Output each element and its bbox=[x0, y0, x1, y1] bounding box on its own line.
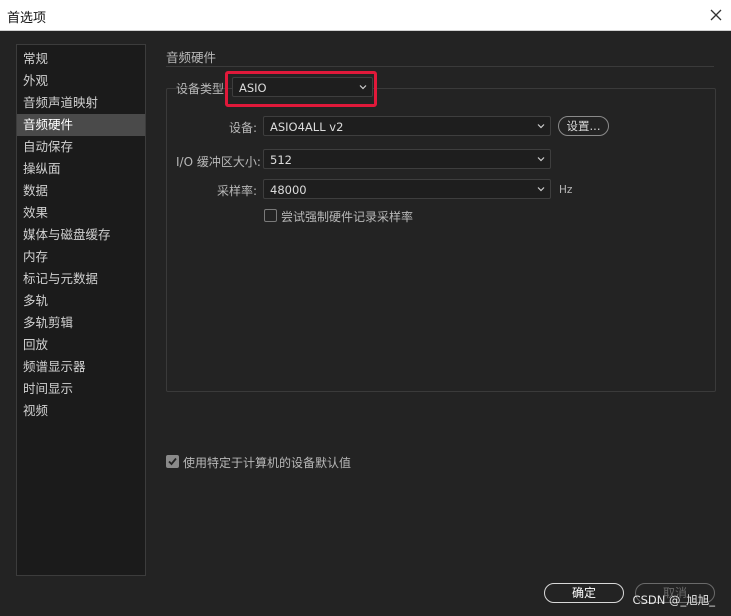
title-bar: 首选项 bbox=[0, 0, 731, 31]
device-value: ASIO4ALL v2 bbox=[270, 120, 344, 134]
device-settings-button[interactable]: 设置... bbox=[558, 116, 609, 136]
sidebar-item-video[interactable]: 视频 bbox=[17, 400, 145, 422]
sample-rate-unit: Hz bbox=[559, 184, 573, 196]
sidebar-item-spectral-display[interactable]: 频谱显示器 bbox=[17, 356, 145, 378]
sidebar-item-appearance[interactable]: 外观 bbox=[17, 70, 145, 92]
chevron-down-icon bbox=[537, 124, 545, 129]
section-divider bbox=[166, 66, 714, 67]
watermark-text: CSDN @_旭旭_ bbox=[632, 593, 715, 607]
sample-rate-label: 采样率: bbox=[217, 184, 258, 198]
buffer-size-label: I/O 缓冲区大小: bbox=[176, 155, 261, 169]
sidebar-item-auto-save[interactable]: 自动保存 bbox=[17, 136, 145, 158]
force-sample-rate-label: 尝试强制硬件记录采样率 bbox=[281, 210, 414, 224]
sidebar-item-data[interactable]: 数据 bbox=[17, 180, 145, 202]
section-title: 音频硬件 bbox=[166, 50, 217, 65]
machine-defaults-checkbox[interactable] bbox=[166, 455, 179, 468]
annotation-highlight-box bbox=[225, 71, 377, 107]
device-type-label: 设备类型 bbox=[176, 82, 225, 96]
sidebar-item-markers-metadata[interactable]: 标记与元数据 bbox=[17, 268, 145, 290]
sidebar-item-multitrack[interactable]: 多轨 bbox=[17, 290, 145, 312]
chevron-down-icon bbox=[537, 157, 545, 162]
machine-defaults-label: 使用特定于计算机的设备默认值 bbox=[183, 456, 352, 470]
device-label: 设备: bbox=[229, 121, 258, 135]
device-select[interactable]: ASIO4ALL v2 bbox=[263, 116, 551, 136]
sidebar-item-memory[interactable]: 内存 bbox=[17, 246, 145, 268]
window-title: 首选项 bbox=[7, 11, 47, 26]
buffer-size-value: 512 bbox=[270, 153, 292, 167]
sidebar-item-multitrack-clips[interactable]: 多轨剪辑 bbox=[17, 312, 145, 334]
sample-rate-value: 48000 bbox=[270, 183, 307, 197]
sidebar-item-time-display[interactable]: 时间显示 bbox=[17, 378, 145, 400]
sidebar-item-general[interactable]: 常规 bbox=[17, 48, 145, 70]
close-icon bbox=[710, 9, 722, 21]
force-sample-rate-checkbox[interactable] bbox=[264, 209, 277, 222]
buffer-size-select[interactable]: 512 bbox=[263, 149, 551, 169]
sidebar-item-control-surface[interactable]: 操纵面 bbox=[17, 158, 145, 180]
checkmark-icon bbox=[168, 457, 177, 466]
sidebar-item-media-cache[interactable]: 媒体与磁盘缓存 bbox=[17, 224, 145, 246]
ok-button[interactable]: 确定 bbox=[544, 583, 624, 603]
chevron-down-icon bbox=[537, 187, 545, 192]
preferences-category-list[interactable]: 常规 外观 音频声道映射 音频硬件 自动保存 操纵面 数据 效果 媒体与磁盘缓存… bbox=[16, 44, 146, 576]
sidebar-item-audio-hardware[interactable]: 音频硬件 bbox=[17, 114, 145, 136]
sidebar-item-audio-channel-mapping[interactable]: 音频声道映射 bbox=[17, 92, 145, 114]
sidebar-item-playback[interactable]: 回放 bbox=[17, 334, 145, 356]
close-button[interactable] bbox=[701, 0, 731, 30]
sidebar-item-effects[interactable]: 效果 bbox=[17, 202, 145, 224]
sample-rate-select[interactable]: 48000 bbox=[263, 179, 551, 199]
